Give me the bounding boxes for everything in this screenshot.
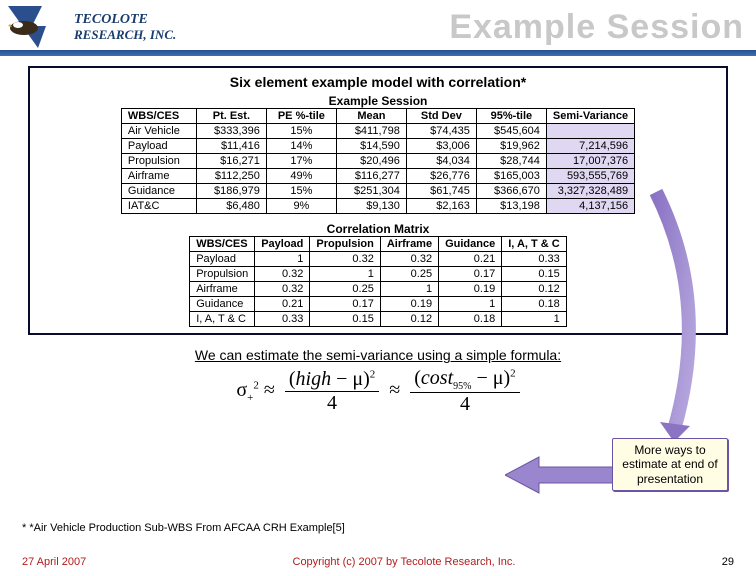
table-row: Guidance$186,97915%$251,304$61,745$366,6… [121,184,634,199]
col-header: Semi-Variance [546,109,634,124]
correlation-matrix-table: WBS/CES Payload Propulsion Airframe Guid… [189,236,567,327]
table-row: Airframe0.320.2510.190.12 [190,282,567,297]
footer-date: 27 April 2007 [22,556,86,568]
table-row: Payload10.320.320.210.33 [190,252,567,267]
table-row: Propulsion0.3210.250.170.15 [190,267,567,282]
table-row: Airframe$112,25049%$116,277$26,776$165,0… [121,169,634,184]
footnote: * *Air Vehicle Production Sub-WBS From A… [22,522,345,534]
table-row: I, A, T & C0.330.150.120.181 [190,312,567,327]
slide-header: TECOLOTE RESEARCH, INC. Example Session [0,0,756,50]
table-row: Guidance0.210.170.1910.18 [190,297,567,312]
table-row: IAT&C$6,4809%$9,130$2,163$13,1984,137,15… [121,199,634,214]
company-name-line2: RESEARCH, INC. [74,28,176,42]
table-header-row: WBS/CES Pt. Est. PE %-tile Mean Std Dev … [121,109,634,124]
company-logo: TECOLOTE RESEARCH, INC. [8,6,176,48]
col-header: WBS/CES [121,109,196,124]
table1-title: Example Session [32,94,724,108]
example-session-table: WBS/CES Pt. Est. PE %-tile Mean Std Dev … [121,108,635,214]
content-box: Six element example model with correlati… [28,66,728,335]
table-header-row: WBS/CES Payload Propulsion Airframe Guid… [190,237,567,252]
footer-copyright: Copyright (c) 2007 by Tecolote Research,… [293,556,516,568]
slide-title: Example Session [449,8,744,47]
header-divider [0,50,756,56]
col-header: Std Dev [406,109,476,124]
col-header: PE %-tile [266,109,336,124]
table-row: Air Vehicle$333,39615%$411,798$74,435$54… [121,124,634,139]
table-row: Propulsion$16,27117%$20,496$4,034$28,744… [121,154,634,169]
col-header: Pt. Est. [196,109,266,124]
left-arrow-icon [505,455,615,495]
semi-variance-formula: σ+2 ≈ (high − μ)2 4 ≈ (cost95% − μ)2 4 [0,367,756,416]
slide-footer: 27 April 2007 Copyright (c) 2007 by Teco… [0,556,756,568]
content-caption: Six element example model with correlati… [32,74,724,90]
company-name: TECOLOTE RESEARCH, INC. [74,13,176,41]
col-header: Mean [336,109,406,124]
formula-caption: We can estimate the semi-variance using … [40,347,716,363]
eagle-logo-icon [8,6,68,48]
table2-title: Correlation Matrix [32,222,724,236]
company-name-line1: TECOLOTE [74,13,176,28]
callout-note: More ways to estimate at end of presenta… [612,438,728,491]
table-row: Payload$11,41614%$14,590$3,006$19,9627,2… [121,139,634,154]
col-header: 95%-tile [476,109,546,124]
footer-page-number: 29 [722,556,734,568]
